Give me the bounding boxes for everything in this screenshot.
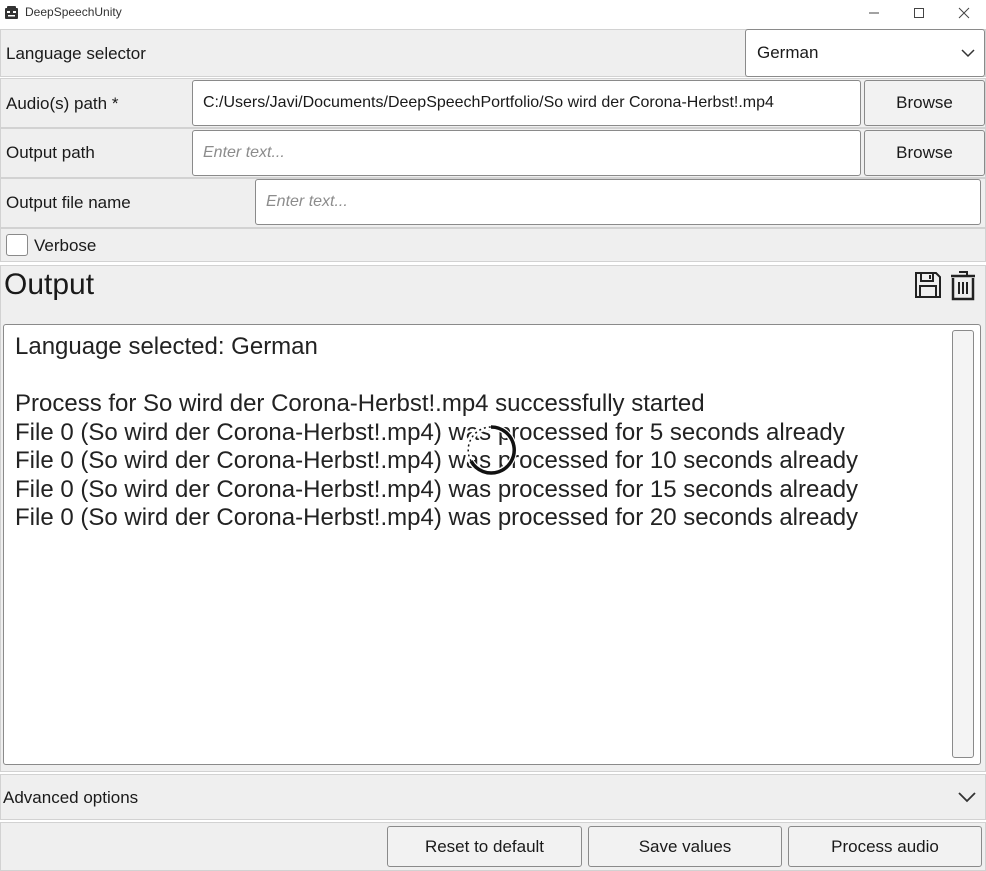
output-file-name-input[interactable]: Enter text...: [255, 179, 981, 225]
maximize-icon: [913, 8, 924, 18]
busy-cursor-icon: [465, 424, 517, 476]
advanced-options-label: Advanced options: [3, 788, 139, 807]
verbose-row: [0, 228, 986, 262]
save-values-button[interactable]: Save values: [588, 826, 782, 867]
output-file-name-placeholder: Enter text...: [266, 193, 348, 210]
output-file-name-label: Output file name: [6, 193, 131, 212]
minimize-icon: [868, 12, 879, 14]
console-line: File 0 (So wird der Corona-Herbst!.mp4) …: [15, 419, 845, 446]
save-output-button[interactable]: [914, 271, 942, 299]
console-line: File 0 (So wird der Corona-Herbst!.mp4) …: [15, 504, 859, 531]
output-title: Output: [4, 268, 95, 301]
verbose-checkbox[interactable]: [6, 234, 28, 256]
console-line: File 0 (So wird der Corona-Herbst!.mp4) …: [15, 447, 859, 474]
reset-to-default-button[interactable]: Reset to default: [387, 826, 582, 867]
title-bar: DeepSpeechUnity: [0, 0, 986, 26]
output-browse-button[interactable]: Browse: [864, 130, 985, 176]
output-path-input[interactable]: Enter text...: [192, 130, 861, 176]
verbose-label: Verbose: [34, 236, 97, 255]
process-audio-button[interactable]: Process audio: [788, 826, 982, 867]
audio-path-label: Audio(s) path *: [6, 94, 119, 113]
console-line: Language selected: German: [15, 333, 318, 360]
window-title: DeepSpeechUnity: [25, 5, 122, 19]
minimize-button[interactable]: [851, 0, 896, 26]
console-line: Process for So wird der Corona-Herbst!.m…: [15, 390, 705, 417]
clear-output-button[interactable]: [949, 270, 977, 302]
console-scrollbar[interactable]: [952, 330, 974, 758]
trash-icon: [951, 271, 975, 301]
close-button[interactable]: [941, 0, 986, 26]
chevron-down-icon: [961, 49, 975, 58]
output-console[interactable]: Language selected: German Process for So…: [3, 324, 981, 765]
language-label: Language selector: [6, 44, 146, 63]
advanced-options-toggle[interactable]: [0, 774, 986, 820]
output-path-placeholder: Enter text...: [203, 144, 285, 161]
language-dropdown[interactable]: German: [745, 29, 985, 77]
app-icon: [5, 6, 18, 19]
console-line: File 0 (So wird der Corona-Herbst!.mp4) …: [15, 476, 859, 503]
audio-browse-button[interactable]: Browse: [864, 80, 985, 126]
audio-path-input[interactable]: C:/Users/Javi/Documents/DeepSpeechPortfo…: [192, 80, 861, 126]
output-path-label: Output path: [6, 143, 95, 162]
close-icon: [958, 7, 969, 19]
audio-path-value: C:/Users/Javi/Documents/DeepSpeechPortfo…: [203, 94, 774, 111]
maximize-button[interactable]: [896, 0, 941, 26]
floppy-disk-icon: [915, 272, 941, 298]
chevron-down-icon: [958, 792, 976, 803]
language-selected-value: German: [757, 43, 819, 62]
